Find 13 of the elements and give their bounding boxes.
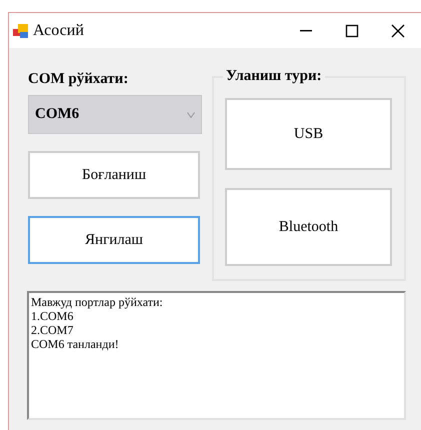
connection-button[interactable]: USB bbox=[225, 98, 392, 170]
app-icon bbox=[13, 22, 29, 38]
action-button[interactable]: Боғланиш bbox=[28, 151, 200, 199]
log-field[interactable]: Мавжуд портлар рўйхати: 1.COM6 2.COM7 COM6 танланди! bbox=[27, 291, 406, 420]
com-list-label: COM рўйхати: bbox=[28, 70, 128, 89]
maximize-icon bbox=[345, 24, 359, 38]
close-icon bbox=[391, 24, 405, 38]
com-port-dropdown[interactable]: COM6 bbox=[28, 95, 202, 134]
chevron-down-icon bbox=[187, 112, 195, 118]
window-title: Асосий bbox=[33, 20, 85, 40]
action-button[interactable]: Янгилаш bbox=[28, 216, 200, 264]
minimize-icon bbox=[300, 30, 312, 32]
connection-button[interactable]: Bluetooth bbox=[225, 188, 392, 266]
